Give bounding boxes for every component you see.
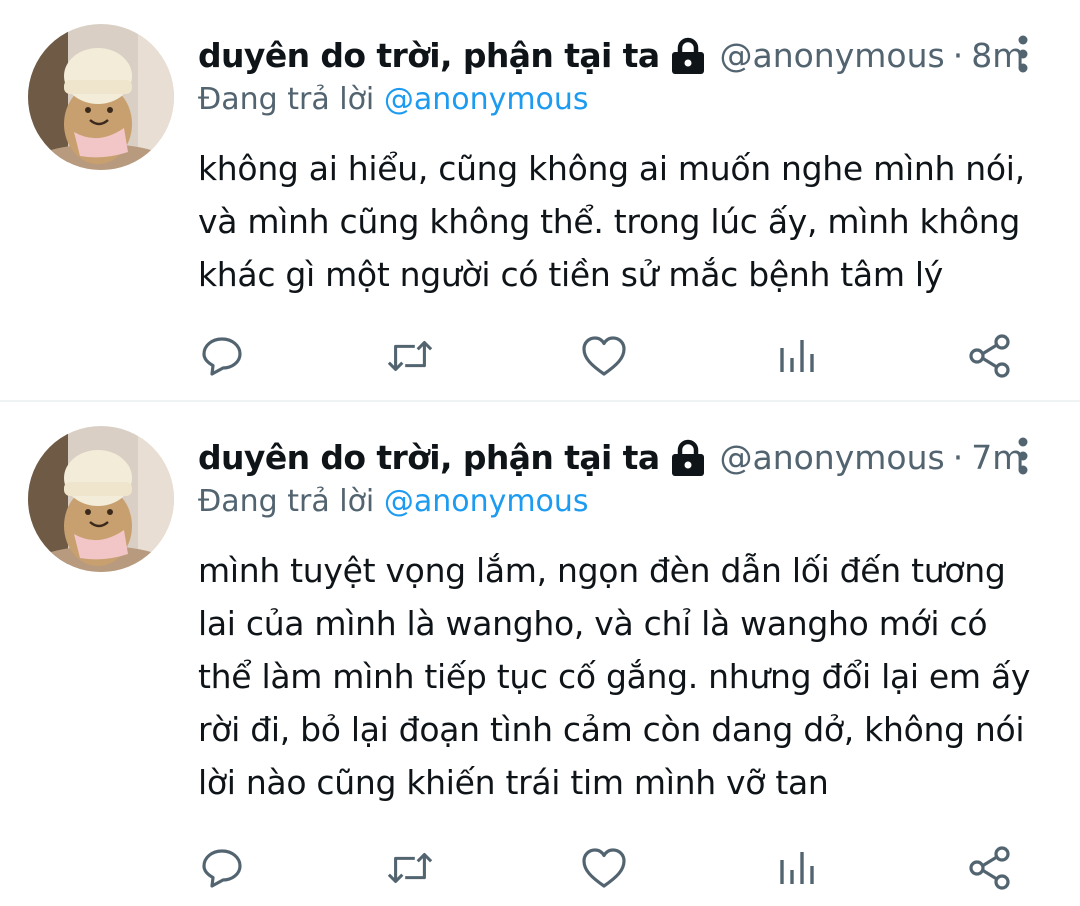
tweet-text-line: mình tuyệt vọng lắm, ngọn đèn dẫn lối đế…	[198, 551, 1006, 590]
tweet-text-line: lời nào cũng khiến trái tim mình vỡ tan	[198, 763, 829, 802]
retweet-icon	[387, 341, 433, 371]
display-name[interactable]: duyên do trời, phận tại ta	[198, 30, 660, 82]
replying-prefix: Đang trả lời	[198, 82, 375, 117]
tweet-header: duyên do trời, phận tại ta @anonymous · …	[198, 432, 1024, 484]
tweet-text-line: khác gì một người có tiền sử mắc bệnh tâ…	[198, 255, 943, 294]
share-icon	[969, 846, 1010, 890]
like-button[interactable]	[580, 840, 628, 896]
separator-dot: ·	[952, 36, 964, 75]
tweet[interactable]: duyên do trời, phận tại ta @anonymous · …	[0, 402, 1080, 906]
lock-icon	[669, 36, 707, 76]
replying-to: Đang trả lời @anonymous	[198, 78, 589, 122]
avatar[interactable]	[28, 426, 174, 572]
heart-icon	[582, 336, 626, 376]
tweet-header: duyên do trời, phận tại ta @anonymous · …	[198, 30, 1024, 82]
tweet-text-line: rời đi, bỏ lại đoạn tình cảm còn dang dở…	[198, 710, 1025, 749]
avatar-image	[28, 426, 174, 572]
separator-dot: ·	[952, 438, 964, 477]
tweet-text: mình tuyệt vọng lắm, ngọn đèn dẫn lối đế…	[198, 544, 1058, 809]
share-icon	[969, 334, 1010, 378]
views-button[interactable]	[772, 328, 820, 384]
reply-icon	[202, 337, 242, 376]
views-button[interactable]	[772, 840, 820, 896]
user-handle[interactable]: @anonymous	[719, 432, 944, 484]
tweet[interactable]: duyên do trời, phận tại ta @anonymous · …	[0, 0, 1080, 400]
replying-to: Đang trả lời @anonymous	[198, 480, 589, 524]
heart-icon	[582, 848, 626, 888]
retweet-icon	[387, 853, 433, 883]
lock-icon	[669, 438, 707, 478]
like-button[interactable]	[580, 328, 628, 384]
analytics-icon	[780, 340, 814, 372]
tweet-text-line: và mình cũng không thể. trong lúc ấy, mì…	[198, 202, 1021, 241]
reply-button[interactable]	[198, 840, 246, 896]
replying-prefix: Đang trả lời	[198, 484, 375, 519]
share-button[interactable]	[966, 328, 1014, 384]
more-vertical-icon[interactable]	[1010, 436, 1036, 476]
reply-button[interactable]	[198, 328, 246, 384]
tweet-text-line: thể làm mình tiếp tục cố gắng. nhưng đổi…	[198, 657, 1031, 696]
action-bar	[198, 328, 1028, 384]
mention-link[interactable]: @anonymous	[384, 484, 589, 519]
tweet-text-line: không ai hiểu, cũng không ai muốn nghe m…	[198, 149, 1025, 188]
avatar[interactable]	[28, 24, 174, 170]
user-handle[interactable]: @anonymous	[719, 30, 944, 82]
avatar-image	[28, 24, 174, 170]
analytics-icon	[780, 852, 814, 884]
reply-icon	[202, 849, 242, 888]
tweet-text-line: lai của mình là wangho, và chỉ là wangho…	[198, 604, 988, 643]
action-bar	[198, 840, 1028, 896]
display-name[interactable]: duyên do trời, phận tại ta	[198, 432, 660, 484]
more-vertical-icon[interactable]	[1010, 34, 1036, 74]
mention-link[interactable]: @anonymous	[384, 82, 589, 117]
share-button[interactable]	[966, 840, 1014, 896]
retweet-button[interactable]	[386, 840, 434, 896]
tweet-text: không ai hiểu, cũng không ai muốn nghe m…	[198, 142, 1058, 301]
retweet-button[interactable]	[386, 328, 434, 384]
